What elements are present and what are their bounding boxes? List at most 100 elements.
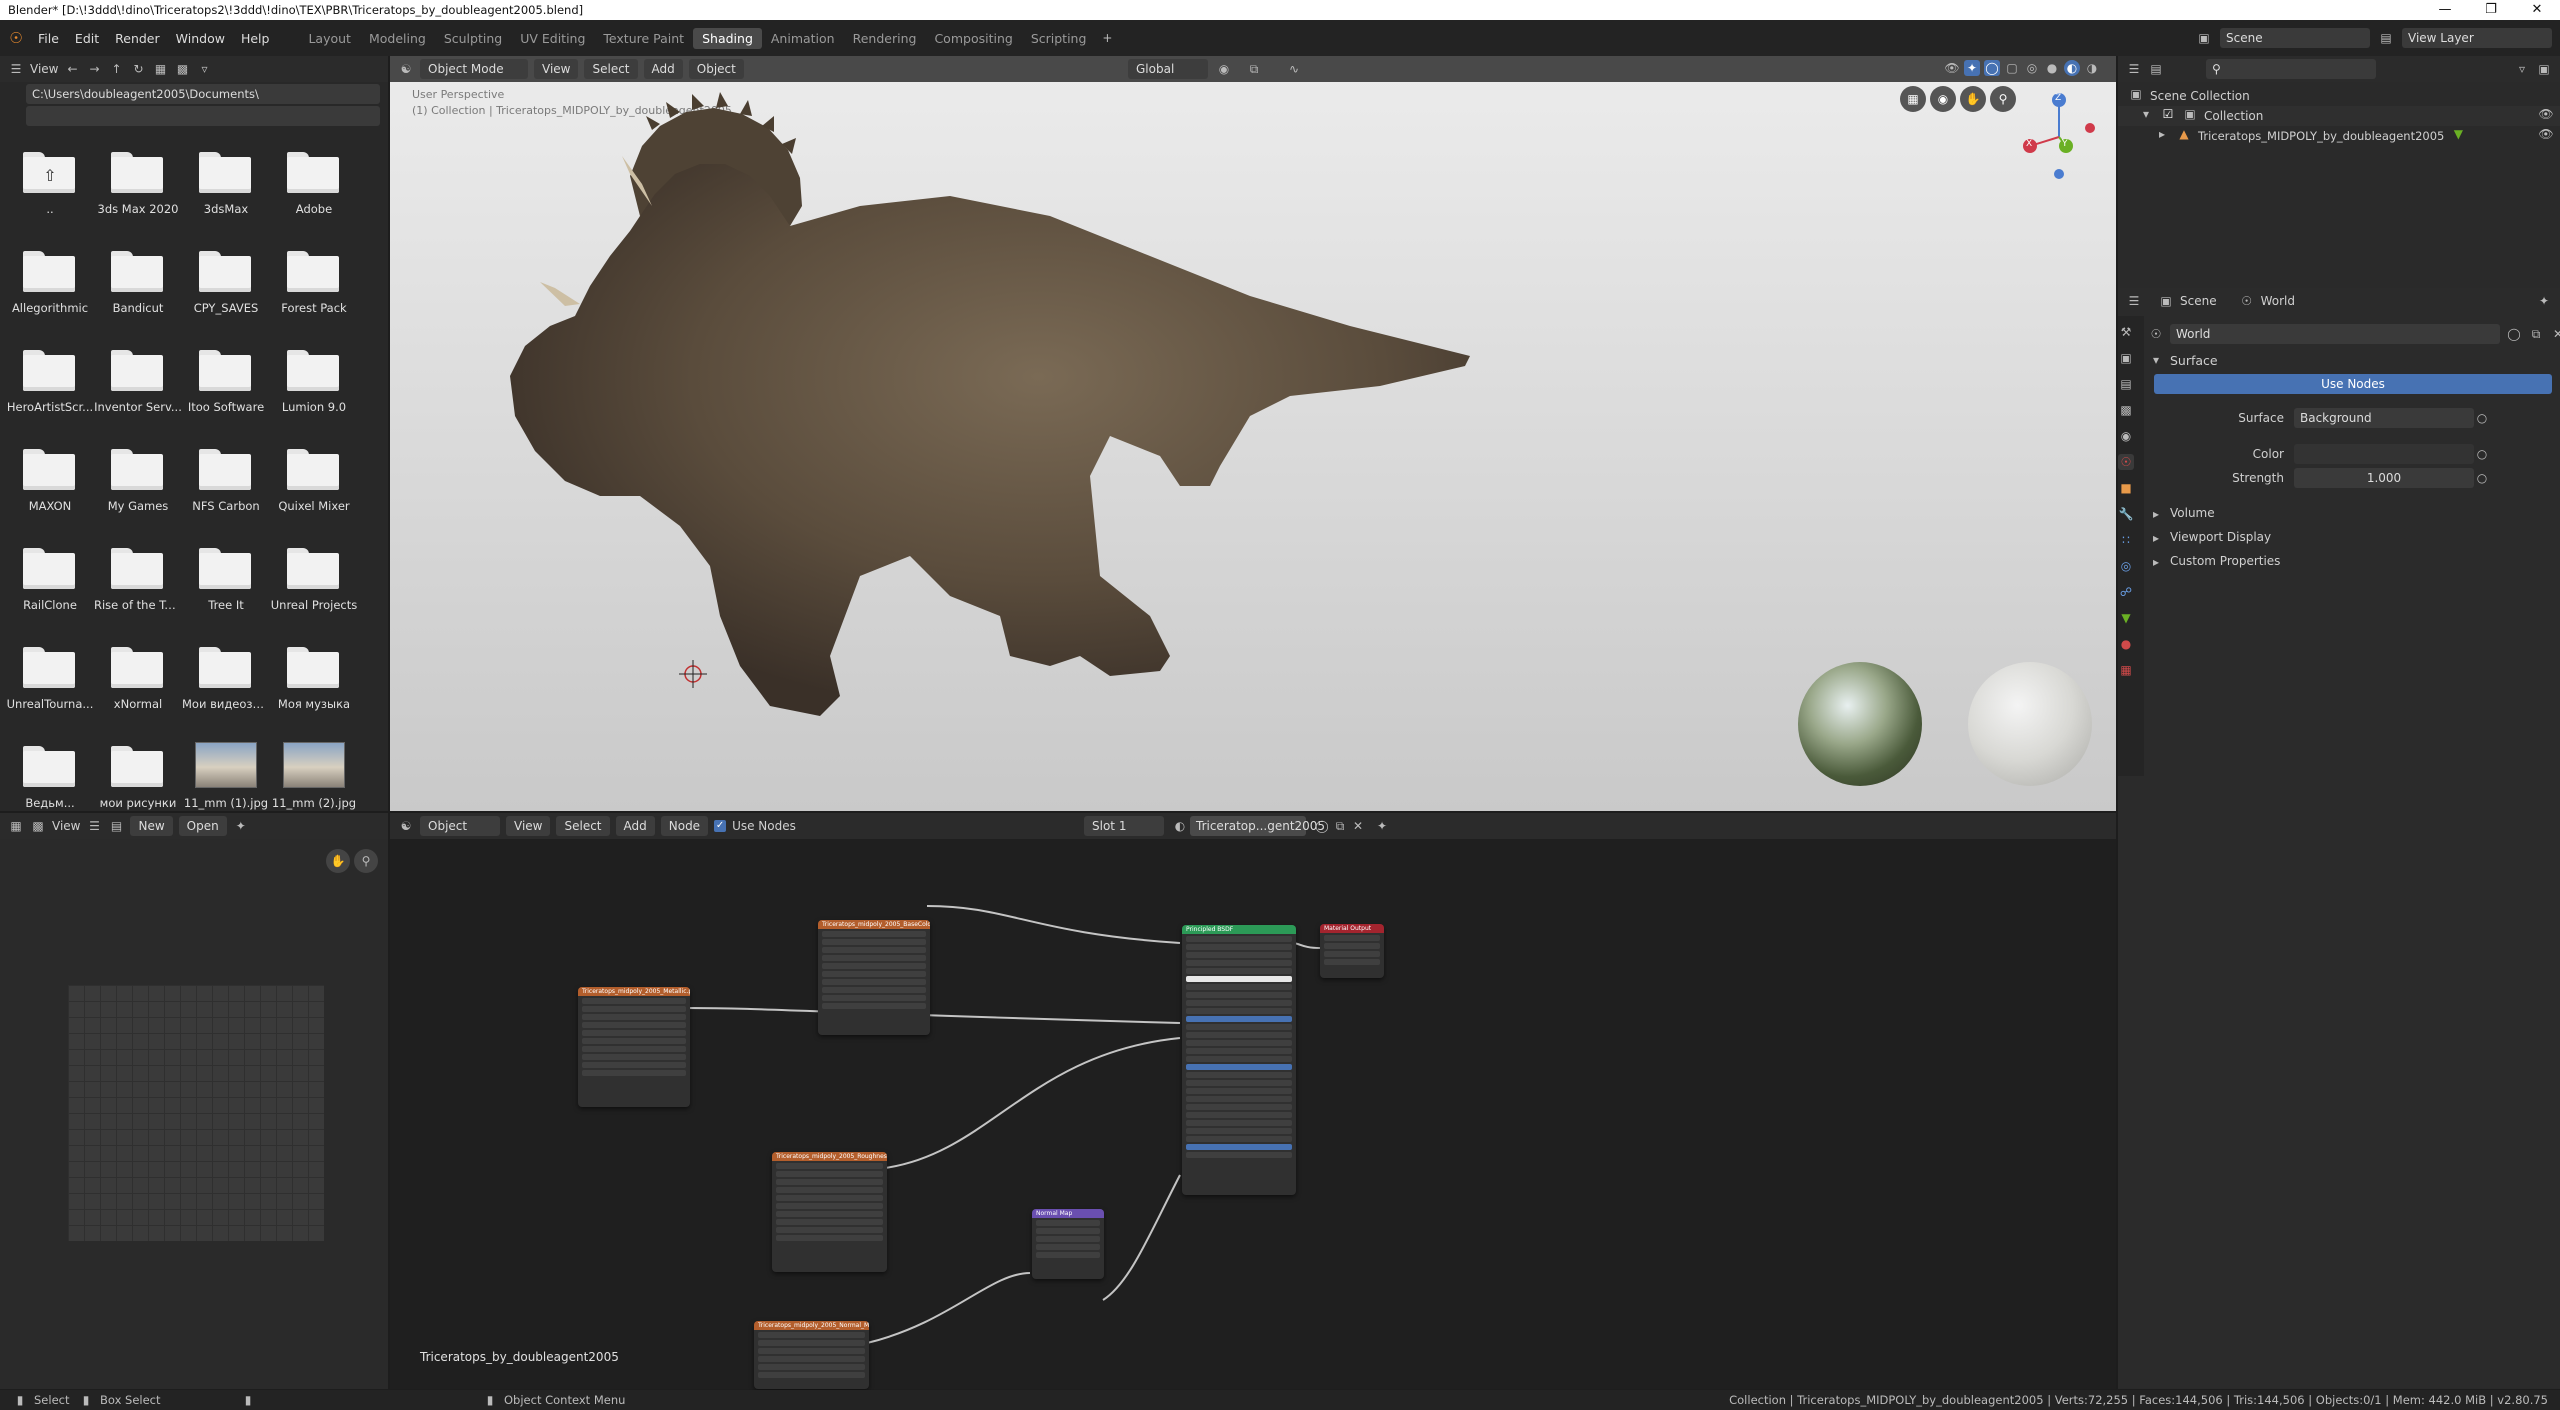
outliner-search-input[interactable]: ⚲ — [2206, 59, 2376, 79]
node-socket-row[interactable] — [582, 1070, 686, 1076]
maximize-icon[interactable]: ❐ — [2468, 0, 2514, 20]
display-mode-icon[interactable]: ▦ — [152, 61, 168, 77]
file-list-item[interactable]: CPY_SAVES — [182, 247, 270, 315]
tab-uv-editing[interactable]: UV Editing — [511, 28, 594, 49]
node-socket-row[interactable] — [582, 1030, 686, 1036]
chevron-down-icon[interactable]: ▾ — [2138, 106, 2154, 122]
node-socket-row[interactable] — [1186, 944, 1292, 950]
file-list-item[interactable]: Мои видеоза... — [182, 643, 270, 711]
add-workspace-icon[interactable]: + — [1099, 30, 1115, 46]
physics-tab-icon[interactable]: ◎ — [2118, 558, 2134, 574]
eye-icon[interactable]: 👁 — [2538, 106, 2554, 122]
file-list-item[interactable]: HeroArtistScr... — [6, 346, 94, 414]
node-socket-row[interactable] — [776, 1195, 883, 1201]
new-collection-icon[interactable]: ▣ — [2536, 61, 2552, 77]
node-socket-row[interactable] — [776, 1219, 883, 1225]
node-socket-row[interactable] — [822, 955, 926, 961]
menu-render[interactable]: Render — [107, 31, 168, 46]
forward-icon[interactable]: → — [86, 61, 102, 77]
node-socket-row[interactable] — [822, 1003, 926, 1009]
socket-icon[interactable]: ○ — [2474, 410, 2490, 426]
fake-user-icon[interactable]: ◯ — [2506, 326, 2522, 342]
node-socket-row[interactable] — [1324, 959, 1380, 965]
tab-sculpting[interactable]: Sculpting — [435, 28, 511, 49]
shader-node[interactable]: Principled BSDF — [1182, 925, 1296, 1195]
node-socket-row[interactable] — [776, 1235, 883, 1241]
node-socket-row[interactable] — [1186, 992, 1292, 998]
node-socket-row[interactable] — [1186, 1136, 1292, 1142]
node-socket-row[interactable] — [822, 995, 926, 1001]
file-list-item[interactable]: 11_mm (2).jpg — [270, 742, 358, 810]
node-socket-row[interactable] — [1186, 1000, 1292, 1006]
node-socket-row[interactable] — [1186, 1032, 1292, 1038]
node-socket-row[interactable] — [822, 931, 926, 937]
file-name-input[interactable] — [26, 106, 380, 126]
surface-panel-header[interactable]: ▾ Surface — [2148, 352, 2218, 368]
data-tab-icon[interactable]: ▼ — [2118, 610, 2134, 626]
node-socket-row[interactable] — [758, 1364, 865, 1370]
tab-rendering[interactable]: Rendering — [844, 28, 926, 49]
node-socket-row[interactable] — [822, 939, 926, 945]
shader-node[interactable]: Triceratops_midpoly_2005_Roughness — [772, 1152, 887, 1272]
render-tab-icon[interactable]: ▣ — [2118, 350, 2134, 366]
node-socket-row[interactable] — [582, 1014, 686, 1020]
node-socket-row[interactable] — [1186, 1112, 1292, 1118]
node-socket-row[interactable] — [1186, 1096, 1292, 1102]
pin-icon[interactable]: ✦ — [233, 818, 249, 834]
node-socket-row[interactable] — [1186, 1144, 1292, 1150]
shader-node[interactable]: Triceratops_midpoly_2005_BaseColor — [818, 920, 930, 1035]
zoom-icon[interactable]: ⚲ — [1990, 86, 2016, 112]
node-socket-row[interactable] — [776, 1227, 883, 1233]
socket-icon[interactable]: ○ — [2474, 446, 2490, 462]
socket-icon[interactable]: ○ — [2474, 470, 2490, 486]
node-socket-row[interactable] — [1324, 935, 1380, 941]
object-tab-icon[interactable]: ■ — [2118, 480, 2134, 496]
shader-node[interactable]: Material Output — [1320, 924, 1384, 978]
minimize-icon[interactable]: — — [2422, 0, 2468, 20]
display-mode-icon[interactable]: ▤ — [2148, 61, 2164, 77]
output-tab-icon[interactable]: ▤ — [2118, 376, 2134, 392]
outliner-row-object[interactable]: ▸ ▲ Triceratops_MIDPOLY_by_doubleagent20… — [2118, 126, 2560, 146]
new-image-button[interactable]: New — [130, 816, 173, 836]
volume-panel-header[interactable]: ▸ Volume — [2148, 506, 2215, 522]
thumbnail-icon[interactable]: ▩ — [174, 61, 190, 77]
tab-compositing[interactable]: Compositing — [925, 28, 1021, 49]
node-socket-row[interactable] — [1186, 984, 1292, 990]
file-list-item[interactable]: Rise of the To... — [94, 544, 182, 612]
file-list-item[interactable]: UnrealTourna... — [6, 643, 94, 711]
custom-properties-panel-header[interactable]: ▸ Custom Properties — [2148, 554, 2280, 570]
image-editor-view-menu[interactable]: View — [52, 819, 80, 833]
outliner-row-collection[interactable]: ▾ ☑ ▣ Collection 👁 — [2118, 106, 2560, 126]
shader-node-editor[interactable]: ☯ Object View Select Add Node ✓ Use Node… — [390, 813, 2116, 1389]
tool-tab-icon[interactable]: ⚒ — [2118, 324, 2134, 340]
node-socket-row[interactable] — [822, 979, 926, 985]
world-tab-icon[interactable]: ☉ — [2118, 454, 2134, 470]
node-socket-row[interactable] — [758, 1332, 865, 1338]
tab-animation[interactable]: Animation — [762, 28, 844, 49]
node-socket-row[interactable] — [1186, 1016, 1292, 1022]
3d-viewport[interactable]: ☯ Object Mode View Select Add Object Glo… — [390, 56, 2116, 811]
viewport-display-panel-header[interactable]: ▸ Viewport Display — [2148, 530, 2271, 546]
breadcrumb-scene[interactable]: Scene — [2180, 294, 2217, 308]
camera-view-icon[interactable]: ◉ — [1930, 86, 1956, 112]
menu-file[interactable]: File — [30, 31, 67, 46]
node-socket-row[interactable] — [822, 987, 926, 993]
file-list-item[interactable]: 3ds Max 2020 — [94, 148, 182, 216]
node-socket-row[interactable] — [1186, 1104, 1292, 1110]
editor-type-icon[interactable]: ☰ — [2126, 61, 2142, 77]
node-socket-row[interactable] — [582, 1022, 686, 1028]
node-socket-row[interactable] — [1186, 1040, 1292, 1046]
node-socket-row[interactable] — [1036, 1236, 1100, 1242]
node-socket-row[interactable] — [758, 1372, 865, 1378]
file-list-item[interactable]: 3dsMax — [182, 148, 270, 216]
world-browse-icon[interactable]: ☉ — [2148, 326, 2164, 342]
back-icon[interactable]: ← — [64, 61, 80, 77]
node-socket-row[interactable] — [1186, 1088, 1292, 1094]
node-socket-row[interactable] — [582, 998, 686, 1004]
file-list-item[interactable]: Forest Pack — [270, 247, 358, 315]
zoom-icon[interactable]: ⚲ — [354, 849, 378, 873]
shader-node[interactable]: Normal Map — [1032, 1209, 1104, 1279]
node-socket-row[interactable] — [1186, 1048, 1292, 1054]
image-browse-icon[interactable]: ▤ — [108, 818, 124, 834]
view-layer-selector[interactable]: View Layer — [2402, 28, 2552, 48]
